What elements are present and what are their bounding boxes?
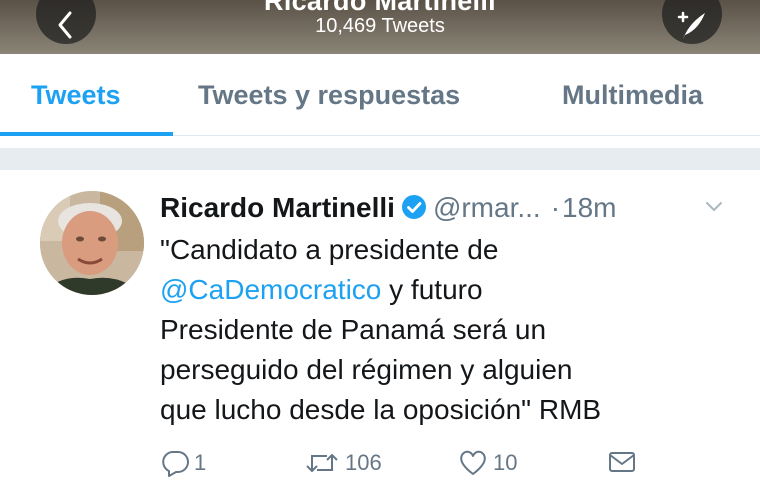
chevron-down-icon[interactable]	[704, 200, 724, 214]
active-tab-indicator	[0, 132, 173, 136]
retweet-count: 106	[345, 450, 382, 475]
like-button[interactable]: 10	[457, 449, 517, 477]
retweet-icon	[306, 454, 338, 472]
tweet-text-line: que lucho desde la oposición" RMB	[160, 394, 602, 425]
reply-icon	[162, 451, 189, 477]
tweet-header: Ricardo Martinelli @rmar... ·18m	[160, 192, 750, 226]
direct-message-button[interactable]	[607, 449, 641, 475]
quill-icon	[677, 11, 705, 39]
tab-tweets-and-replies[interactable]: Tweets y respuestas	[198, 80, 460, 111]
verified-badge-icon	[401, 194, 427, 225]
tweet-count: 10,469 Tweets	[315, 15, 445, 37]
tweet-text-line: "Candidato a presidente de	[160, 234, 499, 265]
author-name[interactable]: Ricardo Martinelli	[160, 192, 395, 223]
reply-count: 1	[194, 450, 207, 475]
heart-icon	[460, 450, 486, 475]
mention-link[interactable]: @CaDemocratico	[160, 274, 381, 305]
tab-tweets[interactable]: Tweets	[31, 80, 121, 111]
tweet-text-line: @CaDemocratico y futuro	[160, 270, 750, 310]
tweet-text-fragment: y futuro	[381, 274, 483, 305]
reply-button[interactable]: 1	[160, 449, 206, 477]
avatar[interactable]	[40, 191, 144, 295]
tweet-timestamp[interactable]: 18m	[562, 192, 616, 223]
profile-tabs: Tweets Tweets y respuestas Multimedia	[0, 54, 760, 136]
tweet-text-line: perseguido del régimen y alguien	[160, 354, 573, 385]
avatar-photo	[40, 191, 144, 295]
timeline-separator	[0, 148, 760, 170]
retweet-button[interactable]: 106	[303, 449, 382, 477]
tab-media[interactable]: Multimedia	[562, 80, 703, 111]
tweet-card[interactable]: Ricardo Martinelli @rmar... ·18m "Candidat…	[0, 170, 760, 500]
tweet-actions: 1 106 10	[160, 449, 660, 479]
separator-dot: ·	[550, 192, 561, 223]
envelope-icon	[609, 452, 635, 472]
author-handle[interactable]: @rmar...	[433, 192, 541, 223]
profile-header: Ricardo Martinelli 10,469 Tweets	[0, 0, 760, 54]
like-count: 10	[493, 450, 518, 475]
tweet-text: "Candidato a presidente de @CaDemocratic…	[160, 230, 750, 430]
tweet-text-line: Presidente de Panamá será un	[160, 314, 547, 345]
